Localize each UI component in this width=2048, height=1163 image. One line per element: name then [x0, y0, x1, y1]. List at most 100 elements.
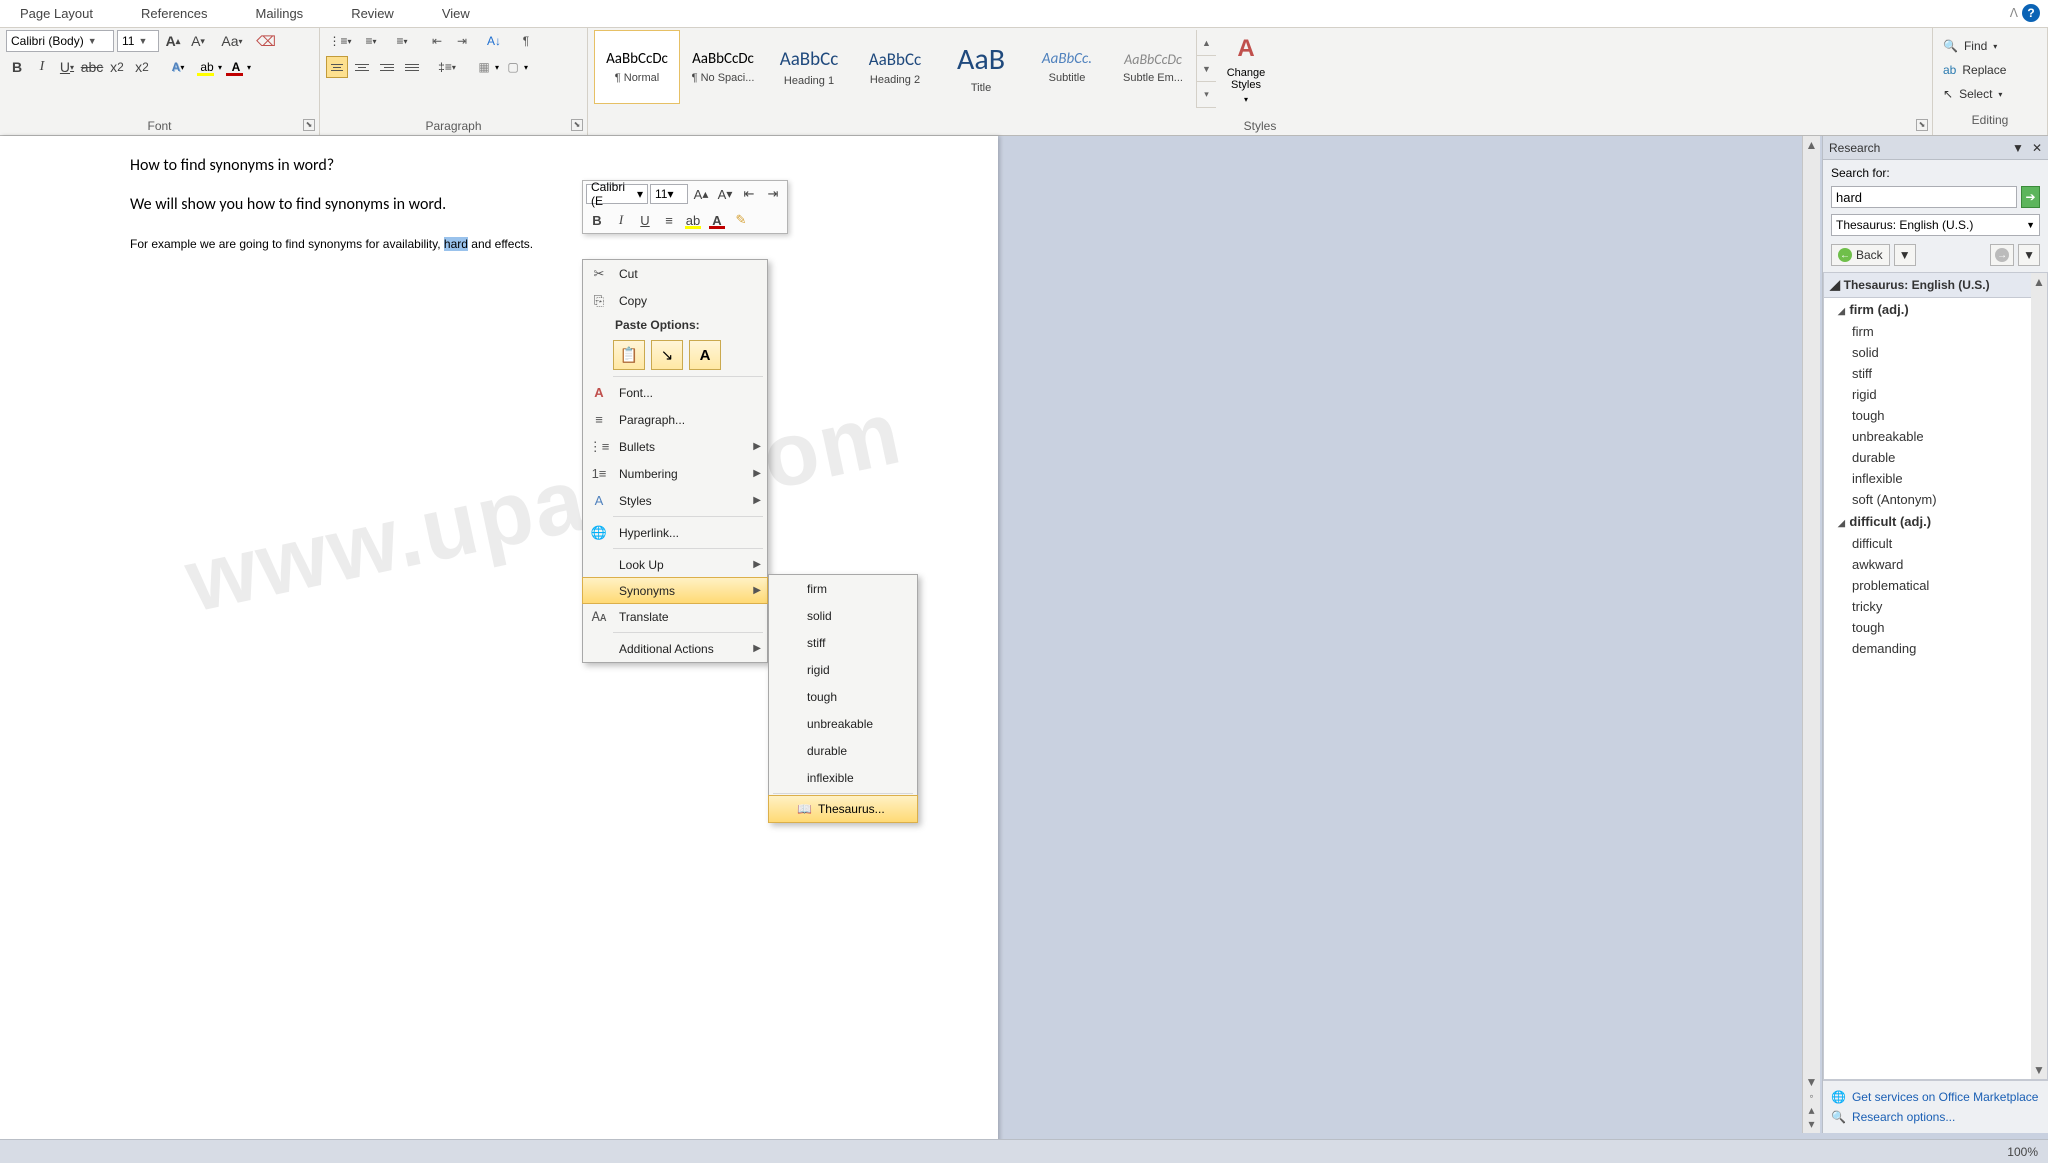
results-scrollbar[interactable]: ▲▼	[2031, 273, 2047, 1079]
mini-inc-indent[interactable]: ⇥	[762, 184, 784, 204]
research-close-icon[interactable]: ✕	[2032, 141, 2042, 155]
mini-highlight[interactable]: ab	[682, 210, 704, 230]
research-options-link[interactable]: 🔍Research options...	[1831, 1107, 2040, 1127]
text-effects-button[interactable]: A▾	[165, 56, 191, 78]
synonym-firm[interactable]: firm	[769, 575, 917, 602]
result-solid[interactable]: solid	[1824, 342, 2047, 363]
synonym-thesaurus[interactable]: 📖Thesaurus...	[768, 795, 918, 823]
result-tough[interactable]: tough	[1824, 405, 2047, 426]
ctx-additional-actions[interactable]: Additional Actions▶	[583, 635, 767, 662]
replace-button[interactable]: abReplace	[1939, 58, 2041, 82]
style-heading-[interactable]: AaBbCcHeading 2	[852, 30, 938, 104]
line-spacing-button[interactable]: ‡≡▾	[433, 56, 461, 78]
multilevel-list-button[interactable]: ≡▾	[388, 30, 416, 52]
find-button[interactable]: 🔍Find ▾	[1939, 34, 2041, 58]
result-demanding[interactable]: demanding	[1824, 638, 2047, 659]
mini-shrink-font[interactable]: A▾	[714, 184, 736, 204]
ctx-synonyms[interactable]: Synonyms▶	[582, 577, 768, 604]
mini-underline[interactable]: U	[634, 210, 656, 230]
styles-scroll[interactable]: ▲▼▾	[1196, 30, 1216, 108]
mini-dec-indent[interactable]: ⇤	[738, 184, 760, 204]
paste-keep-source[interactable]: 📋	[613, 340, 645, 370]
mini-italic[interactable]: I	[610, 210, 632, 230]
synonym-rigid[interactable]: rigid	[769, 656, 917, 683]
ctx-numbering[interactable]: 1≡Numbering▶	[583, 460, 767, 487]
paste-text-only[interactable]: A	[689, 340, 721, 370]
research-back-button[interactable]: ←Back	[1831, 244, 1890, 266]
research-forward-dropdown[interactable]: ▼	[2018, 244, 2040, 266]
tab-references[interactable]: References	[141, 6, 207, 21]
result-soft-Antonym-[interactable]: soft (Antonym)	[1824, 489, 2047, 510]
result-group-firm[interactable]: firm (adj.)	[1824, 298, 2047, 321]
mini-center[interactable]: ≡	[658, 210, 680, 230]
research-forward-button[interactable]: →	[1990, 244, 2014, 266]
mini-font-combo[interactable]: Calibri (E▾	[586, 184, 648, 204]
mini-size-combo[interactable]: 11▾	[650, 184, 688, 204]
clear-formatting-icon[interactable]: ⌫	[255, 30, 277, 52]
synonym-unbreakable[interactable]: unbreakable	[769, 710, 917, 737]
result-durable[interactable]: durable	[1824, 447, 2047, 468]
style-subtitle[interactable]: AaBbCc.Subtitle	[1024, 30, 1110, 104]
mini-font-color[interactable]: A	[706, 210, 728, 230]
result-tough[interactable]: tough	[1824, 617, 2047, 638]
synonym-inflexible[interactable]: inflexible	[769, 764, 917, 791]
shading-button[interactable]: ▦▾	[471, 56, 497, 78]
font-size-combo[interactable]: 11▼	[117, 30, 159, 52]
select-button[interactable]: ↖Select ▾	[1939, 82, 2041, 106]
research-source-select[interactable]: Thesaurus: English (U.S.)▼	[1831, 214, 2040, 236]
italic-button[interactable]: I	[31, 56, 53, 78]
result-inflexible[interactable]: inflexible	[1824, 468, 2047, 489]
result-tricky[interactable]: tricky	[1824, 596, 2047, 617]
mini-grow-font[interactable]: A▴	[690, 184, 712, 204]
grow-font-icon[interactable]: A▴	[162, 30, 184, 52]
ctx-styles[interactable]: AStyles▶	[583, 487, 767, 514]
paste-merge[interactable]: ↘	[651, 340, 683, 370]
sort-button[interactable]: A↓	[483, 30, 505, 52]
align-right-button[interactable]	[376, 56, 398, 78]
justify-button[interactable]	[401, 56, 423, 78]
underline-button[interactable]: U▾	[56, 56, 78, 78]
synonym-solid[interactable]: solid	[769, 602, 917, 629]
ctx-cut[interactable]: ✂Cut	[583, 260, 767, 287]
style-title[interactable]: AaBTitle	[938, 30, 1024, 104]
mini-format-painter[interactable]: ✎	[730, 210, 752, 230]
tab-view[interactable]: View	[442, 6, 470, 21]
ctx-lookup[interactable]: Look Up▶	[583, 551, 767, 578]
styles-gallery[interactable]: AaBbCcDc¶ NormalAaBbCcDc¶ No Spaci...AaB…	[594, 30, 1196, 104]
minimize-ribbon-icon[interactable]: ᐱ	[2010, 6, 2018, 20]
highlight-color-button[interactable]: ab▾	[194, 56, 220, 78]
research-dropdown-icon[interactable]: ▼	[2012, 141, 2024, 155]
font-family-combo[interactable]: Calibri (Body)▼	[6, 30, 114, 52]
paragraph-dialog-launcher[interactable]: ⬊	[571, 119, 583, 131]
ctx-font[interactable]: AFont...	[583, 379, 767, 406]
result-awkward[interactable]: awkward	[1824, 554, 2047, 575]
ctx-copy[interactable]: ⎘Copy	[583, 287, 767, 314]
change-case-icon[interactable]: Aa▾	[221, 30, 243, 52]
strikethrough-button[interactable]: abc	[81, 56, 103, 78]
result-difficult[interactable]: difficult	[1824, 533, 2047, 554]
style-heading-[interactable]: AaBbCcHeading 1	[766, 30, 852, 104]
style-subtle-em-[interactable]: AaBbCcDcSubtle Em...	[1110, 30, 1196, 104]
mini-bold[interactable]: B	[586, 210, 608, 230]
result-stiff[interactable]: stiff	[1824, 363, 2047, 384]
synonym-stiff[interactable]: stiff	[769, 629, 917, 656]
numbering-button[interactable]: ≡▾	[357, 30, 385, 52]
change-styles-button[interactable]: A Change Styles ▾	[1216, 30, 1276, 108]
style--normal[interactable]: AaBbCcDc¶ Normal	[594, 30, 680, 104]
research-search-input[interactable]	[1831, 186, 2017, 208]
subscript-button[interactable]: x2	[106, 56, 128, 78]
font-dialog-launcher[interactable]: ⬊	[303, 119, 315, 131]
result-firm[interactable]: firm	[1824, 321, 2047, 342]
font-color-button[interactable]: A▾	[223, 56, 249, 78]
style--no-spaci-[interactable]: AaBbCcDc¶ No Spaci...	[680, 30, 766, 104]
research-marketplace-link[interactable]: 🌐Get services on Office Marketplace	[1831, 1087, 2040, 1107]
tab-review[interactable]: Review	[351, 6, 394, 21]
result-rigid[interactable]: rigid	[1824, 384, 2047, 405]
ctx-translate[interactable]: 🗛Translate	[583, 603, 767, 630]
show-marks-button[interactable]: ¶	[515, 30, 537, 52]
tab-mailings[interactable]: Mailings	[256, 6, 304, 21]
result-problematical[interactable]: problematical	[1824, 575, 2047, 596]
result-group-difficult[interactable]: difficult (adj.)	[1824, 510, 2047, 533]
vertical-scrollbar[interactable]: ▲▼◦▴▾	[1802, 136, 1820, 1133]
tab-page-layout[interactable]: Page Layout	[20, 6, 93, 21]
